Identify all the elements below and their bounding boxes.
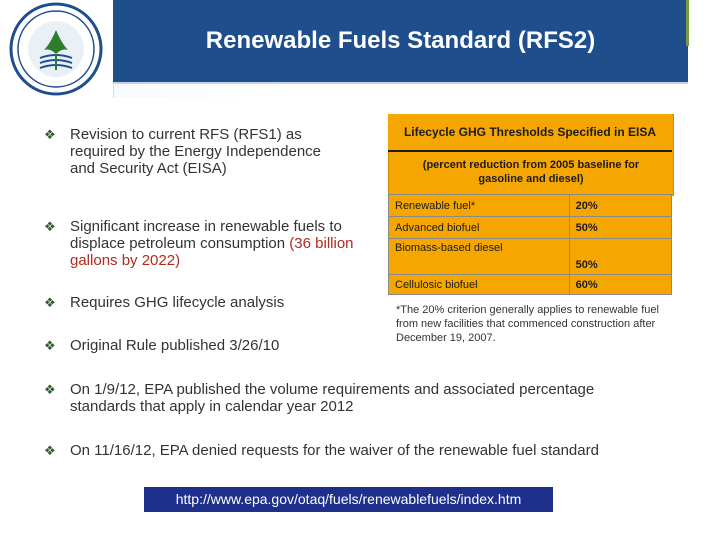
table-row: Renewable fuel* 20% <box>388 194 673 217</box>
threshold-value: 60% <box>568 274 673 295</box>
epa-rfs-link[interactable]: http://www.epa.gov/otaq/fuels/renewablef… <box>144 487 553 512</box>
title-shadow <box>113 82 688 84</box>
ghg-table-title: Lifecycle GHG Thresholds Specified in EI… <box>403 125 657 139</box>
table-row: Biomass-based diesel 50% <box>388 238 673 275</box>
table-row: Advanced biofuel 50% <box>388 216 673 239</box>
diamond-bullet-icon: ❖ <box>44 295 56 310</box>
accent-line <box>686 0 689 46</box>
table-footnote: *The 20% criterion generally applies to … <box>396 304 659 344</box>
threshold-value: 20% <box>568 194 673 217</box>
slide-title: Renewable Fuels Standard (RFS2) <box>205 27 596 54</box>
diamond-bullet-icon: ❖ <box>44 443 56 458</box>
bullet-text: On 1/9/12, EPA published the volume requ… <box>70 381 595 415</box>
fuel-name: Advanced biofuel <box>388 216 570 239</box>
table-row: Cellulosic biofuel 60% <box>388 274 673 295</box>
diamond-bullet-icon: ❖ <box>44 382 56 397</box>
ghg-threshold-table: Renewable fuel* 20% Advanced biofuel 50%… <box>388 194 673 295</box>
fuel-name: Cellulosic biofuel <box>388 274 570 295</box>
diamond-bullet-icon: ❖ <box>44 127 56 142</box>
bullet-text: Revision to current RFS (RFS1) as requir… <box>70 126 322 177</box>
bullet-text: Requires GHG lifecycle analysis <box>70 294 285 311</box>
threshold-value: 50% <box>568 238 673 275</box>
epa-seal-icon <box>9 2 103 96</box>
fuel-name: Renewable fuel* <box>388 194 570 217</box>
fuel-name: Biomass-based diesel <box>388 238 570 275</box>
diamond-bullet-icon: ❖ <box>44 338 56 353</box>
ghg-table-subtitle: (percent reduction from 2005 baseline fo… <box>422 159 640 185</box>
threshold-value: 50% <box>568 216 673 239</box>
bullet-text: Original Rule published 3/26/10 <box>70 337 280 354</box>
epa-logo <box>0 0 114 98</box>
bullet-text: On 11/16/12, EPA denied requests for the… <box>70 442 599 459</box>
diamond-bullet-icon: ❖ <box>44 219 56 234</box>
